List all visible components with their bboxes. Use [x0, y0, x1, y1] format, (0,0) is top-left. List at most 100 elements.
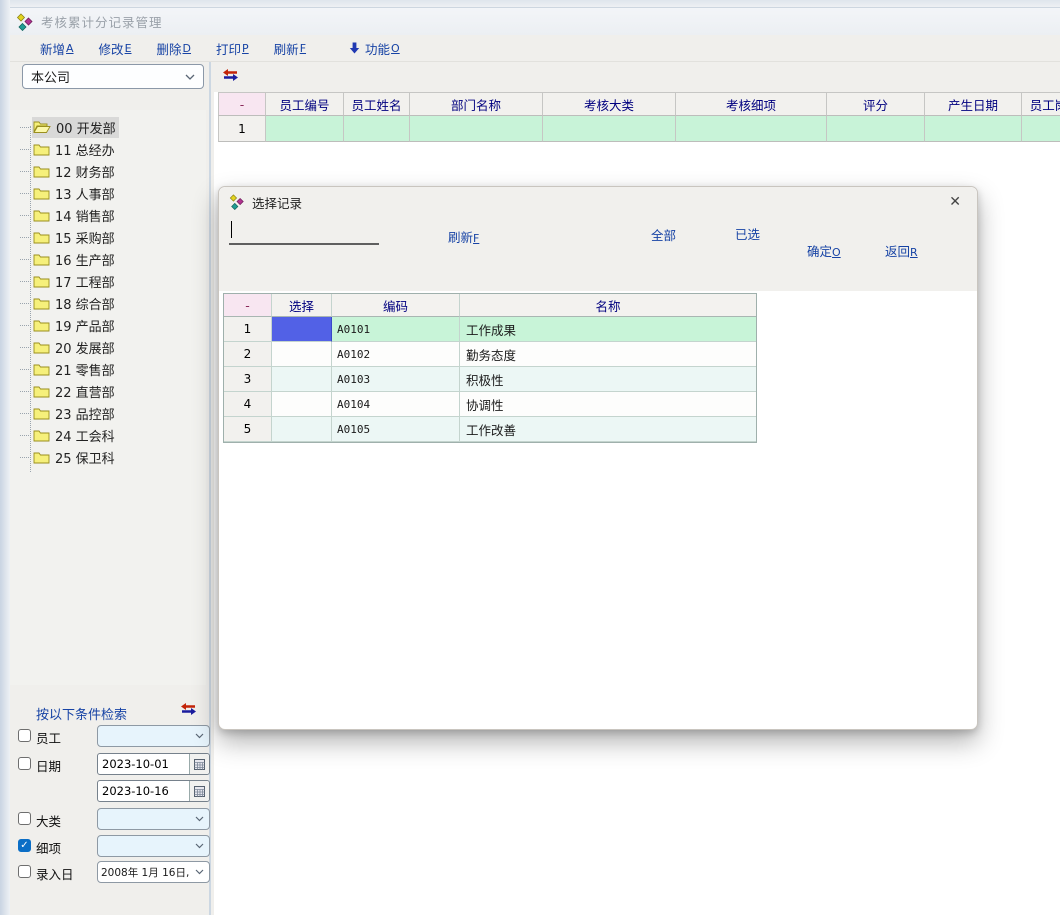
row-number-cell[interactable]: 4	[224, 392, 272, 417]
header-cell[interactable]: 员工编号	[266, 92, 344, 116]
header-cell[interactable]: 员工岗	[1022, 92, 1060, 116]
code-cell[interactable]: A0105	[332, 417, 460, 442]
row-number-cell[interactable]: 5	[224, 417, 272, 442]
select-cell[interactable]	[272, 367, 332, 392]
print-button[interactable]: 打印P	[216, 39, 249, 58]
header-cell[interactable]: 编码	[332, 294, 460, 317]
tree-item-12[interactable]: 12 财务部	[10, 160, 206, 182]
data-cell[interactable]	[543, 116, 676, 142]
data-cell[interactable]	[827, 116, 925, 142]
dialog-back-button[interactable]: 返回R	[885, 241, 918, 260]
checkbox-category[interactable]	[18, 812, 31, 825]
header-cell[interactable]: 产生日期	[925, 92, 1022, 116]
tree-item-24[interactable]: 24 工会科	[10, 424, 206, 446]
dialog-close-button[interactable]: ✕	[943, 192, 967, 212]
tree-item-21[interactable]: 21 零售部	[10, 358, 206, 380]
name-cell[interactable]: 勤务态度	[460, 342, 756, 367]
tree-item-25[interactable]: 25 保卫科	[10, 446, 206, 468]
row-number-cell[interactable]: 1	[218, 116, 266, 142]
calendar-icon[interactable]	[189, 781, 209, 801]
swap-columns-icon[interactable]	[222, 68, 240, 83]
tree-item-22[interactable]: 22 直营部	[10, 380, 206, 402]
data-cell[interactable]	[676, 116, 827, 142]
code-cell[interactable]: A0102	[332, 342, 460, 367]
tree-item-20[interactable]: 20 发展部	[10, 336, 206, 358]
dialog-title: 选择记录	[252, 193, 302, 212]
checkbox-date[interactable]	[18, 757, 31, 770]
code-cell[interactable]: A0103	[332, 367, 460, 392]
tree-item-00[interactable]: 00 开发部	[10, 116, 206, 138]
checkbox-employee[interactable]	[18, 729, 31, 742]
header-cell[interactable]: -	[224, 294, 272, 317]
name-cell[interactable]: 工作改善	[460, 417, 756, 442]
data-cell[interactable]	[925, 116, 1022, 142]
row-number-cell[interactable]: 1	[224, 317, 272, 342]
data-cell[interactable]	[410, 116, 543, 142]
select-cell-focused[interactable]	[272, 317, 332, 342]
dialog-search-input[interactable]	[229, 227, 379, 243]
category-dropdown[interactable]	[97, 808, 210, 830]
tree-item-23[interactable]: 23 品控部	[10, 402, 206, 424]
select-cell[interactable]	[272, 342, 332, 367]
tree-item-19[interactable]: 19 产品部	[10, 314, 206, 336]
code-cell[interactable]: A0101	[332, 317, 460, 342]
folder-icon	[33, 275, 50, 288]
delete-button[interactable]: 删除D	[157, 39, 192, 58]
header-cell[interactable]: 部门名称	[410, 92, 543, 116]
chevron-down-icon	[185, 74, 195, 80]
detail-dropdown[interactable]	[97, 835, 210, 857]
header-cell[interactable]: 考核大类	[543, 92, 676, 116]
records-table-header: - 员工编号 员工姓名 部门名称 考核大类 考核细项 评分 产生日期 员工岗	[218, 92, 1060, 116]
data-cell[interactable]	[1022, 116, 1060, 142]
new-button[interactable]: 新增A	[40, 39, 74, 58]
select-cell[interactable]	[272, 417, 332, 442]
tree-item-11[interactable]: 11 总经办	[10, 138, 206, 160]
dialog-all-button[interactable]: 全部	[651, 225, 676, 244]
header-cell[interactable]: -	[218, 92, 266, 116]
tree-item-18[interactable]: 18 综合部	[10, 292, 206, 314]
entry-date-dropdown[interactable]: 2008年 1月 16日,	[97, 861, 210, 883]
folder-icon	[33, 209, 50, 222]
header-cell[interactable]: 选择	[272, 294, 332, 317]
date-to-input[interactable]	[98, 781, 189, 801]
chevron-down-icon	[195, 733, 204, 739]
chevron-down-icon	[195, 816, 204, 822]
tree-item-17[interactable]: 17 工程部	[10, 270, 206, 292]
tree-item-13[interactable]: 13 人事部	[10, 182, 206, 204]
name-cell[interactable]: 工作成果	[460, 317, 756, 342]
dialog-refresh-button[interactable]: 刷新F	[448, 227, 479, 246]
tree-item-15[interactable]: 15 采购部	[10, 226, 206, 248]
name-cell[interactable]: 协调性	[460, 392, 756, 417]
header-cell[interactable]: 考核细项	[676, 92, 827, 116]
tree-item-14[interactable]: 14 销售部	[10, 204, 206, 226]
refresh-button[interactable]: 刷新F	[274, 39, 306, 58]
employee-dropdown[interactable]	[97, 725, 210, 747]
dialog-chosen-button[interactable]: 已选	[735, 224, 760, 243]
name-cell[interactable]: 积极性	[460, 367, 756, 392]
modify-button[interactable]: 修改E	[99, 39, 132, 58]
row-number-cell[interactable]: 2	[224, 342, 272, 367]
dialog-titlebar[interactable]: 选择记录 ✕	[219, 187, 977, 217]
folder-icon	[33, 385, 50, 398]
header-cell[interactable]: 名称	[460, 294, 756, 317]
company-dropdown[interactable]: 本公司	[22, 64, 204, 89]
window-titlebar[interactable]: 考核累计分记录管理	[10, 8, 1060, 35]
calendar-icon[interactable]	[189, 754, 209, 774]
row-number-cell[interactable]: 3	[224, 367, 272, 392]
swap-columns-icon[interactable]	[180, 702, 198, 717]
checkbox-detail-checked[interactable]: ✓	[18, 839, 31, 852]
select-cell[interactable]	[272, 392, 332, 417]
function-menu-button[interactable]: 功能O	[331, 39, 400, 58]
date-from-input[interactable]	[98, 754, 189, 774]
tree-item-16[interactable]: 16 生产部	[10, 248, 206, 270]
dialog-ok-button[interactable]: 确定O	[807, 241, 841, 260]
folder-icon	[33, 231, 50, 244]
header-cell[interactable]: 员工姓名	[344, 92, 410, 116]
window-title: 考核累计分记录管理	[41, 12, 163, 31]
checkbox-entry-date[interactable]	[18, 865, 31, 878]
header-cell[interactable]: 评分	[827, 92, 925, 116]
filter-label: 员工	[36, 728, 61, 747]
data-cell[interactable]	[344, 116, 410, 142]
code-cell[interactable]: A0104	[332, 392, 460, 417]
data-cell[interactable]	[266, 116, 344, 142]
